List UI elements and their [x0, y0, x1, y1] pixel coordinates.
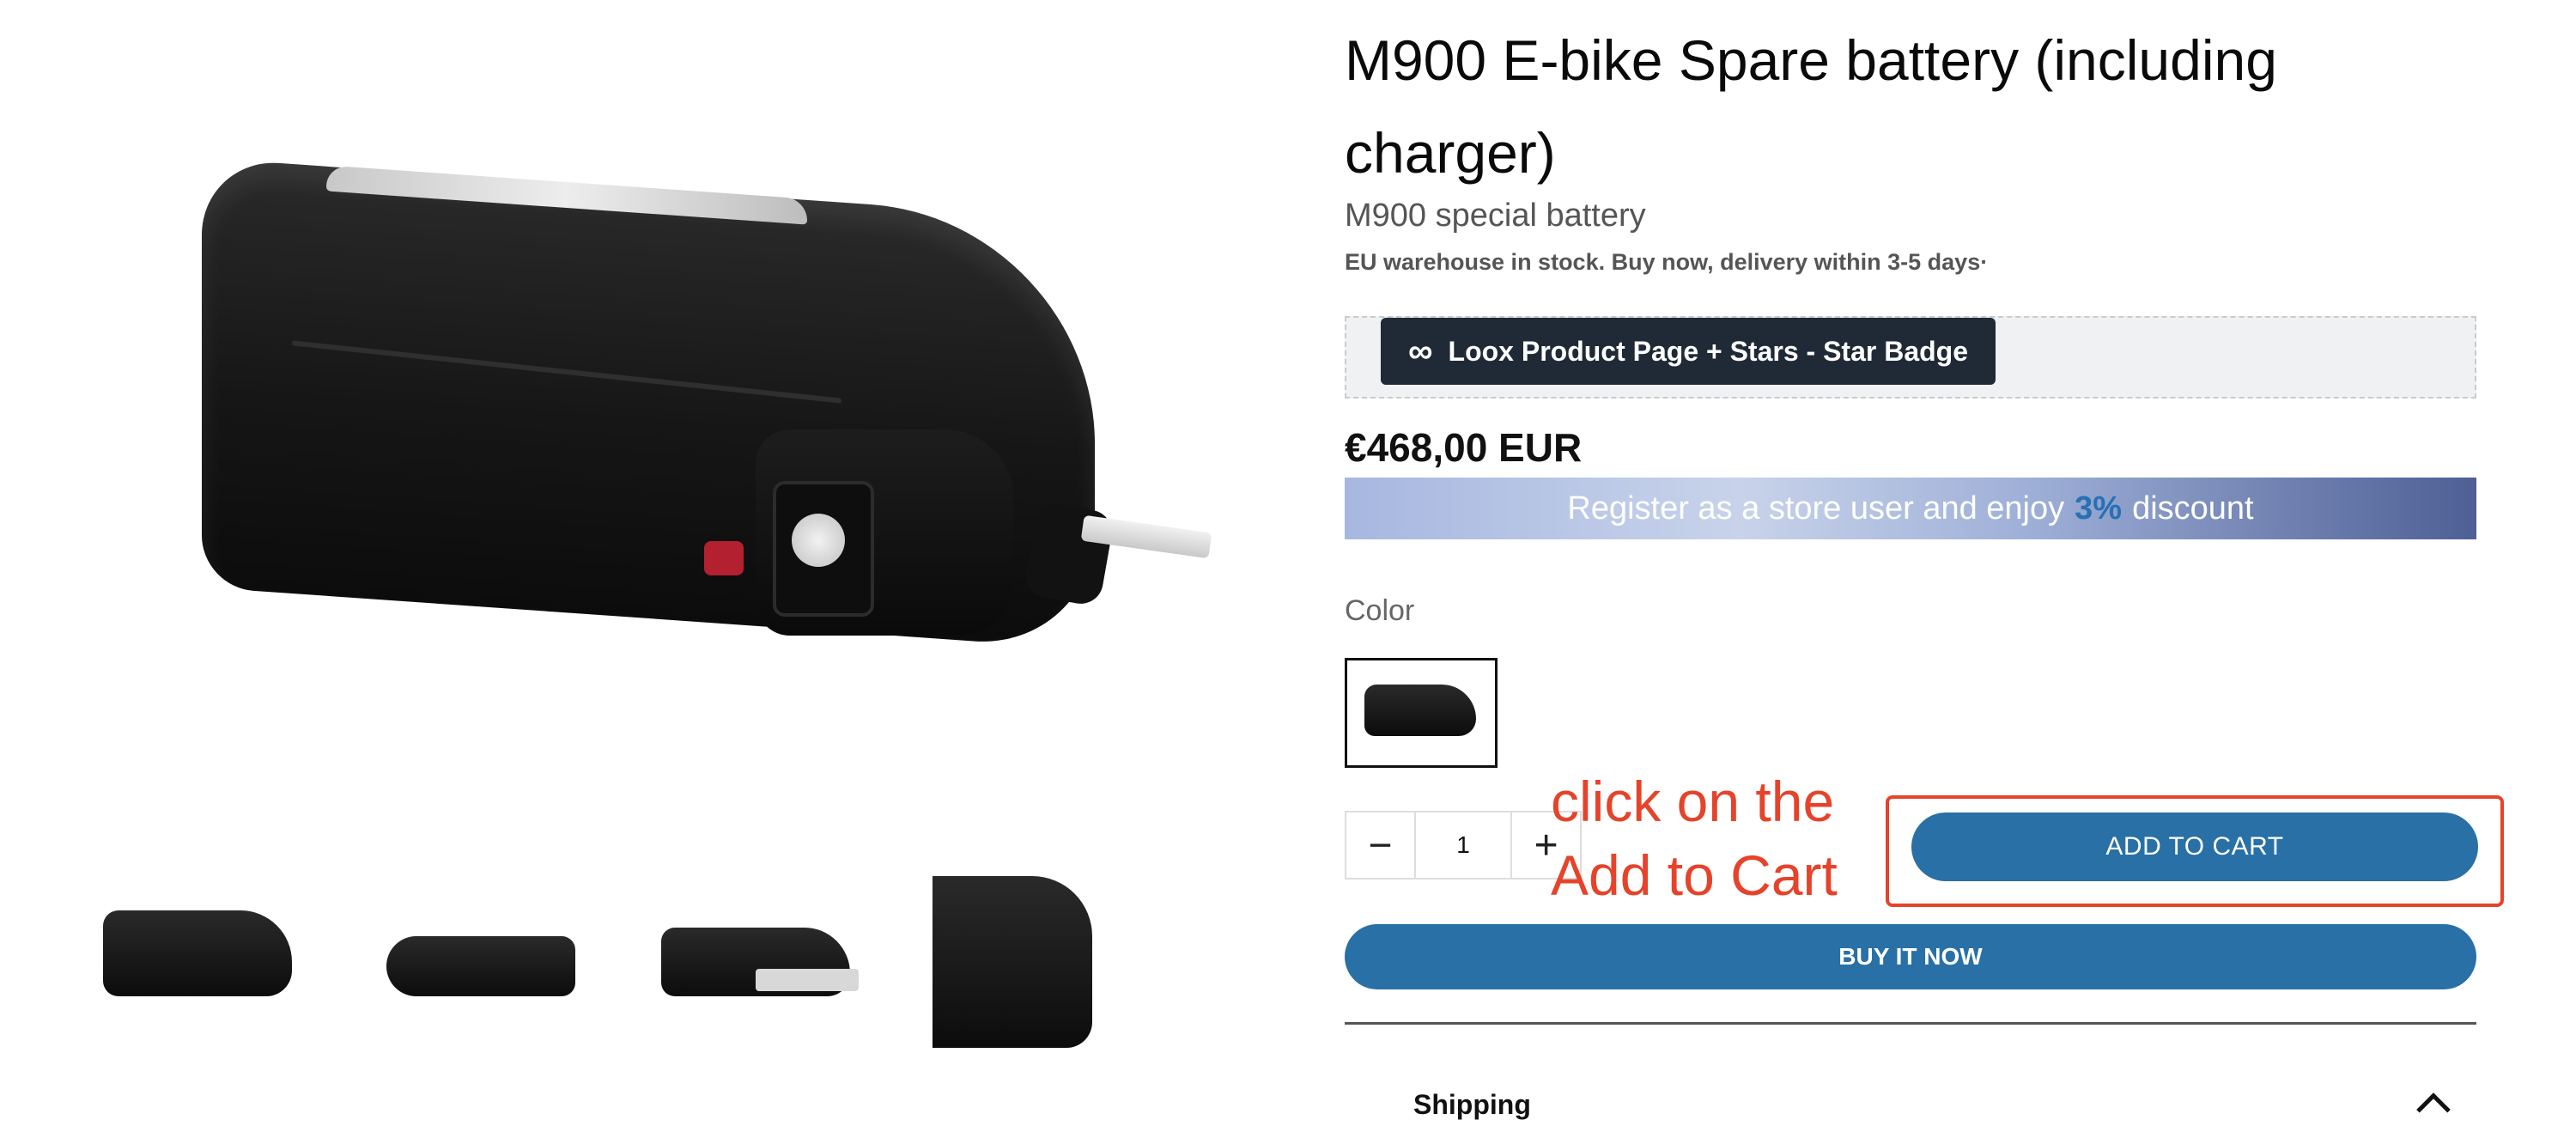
swatch-thumbnail: [1364, 685, 1476, 736]
thumbnail-4[interactable]: [933, 876, 1092, 1048]
stock-notice: EU warehouse in stock. Buy now, delivery…: [1345, 249, 1989, 275]
promo-highlight: 3%: [2075, 490, 2123, 526]
thumbnail-1[interactable]: [94, 876, 309, 1048]
product-title: M900 E-bike Spare battery (including cha…: [1345, 28, 2277, 185]
shipping-accordion-toggle[interactable]: Shipping: [1413, 1089, 1531, 1121]
battery-power-button: [704, 541, 744, 575]
buy-now-button[interactable]: BUY IT NOW: [1345, 924, 2476, 989]
product-subtitle: M900 special battery: [1345, 198, 1646, 234]
promo-text-after: discount: [2132, 490, 2254, 526]
product-price: €468,00 EUR: [1345, 425, 1583, 470]
quantity-stepper: − 1 +: [1345, 811, 1582, 879]
color-swatch-selected[interactable]: [1345, 658, 1498, 768]
minus-icon: −: [1368, 822, 1393, 868]
chevron-up-icon[interactable]: [2416, 1092, 2451, 1127]
quantity-input[interactable]: 1: [1413, 812, 1513, 878]
promo-text-before: Register as a store user and enjoy: [1567, 490, 2065, 526]
color-label: Color: [1345, 594, 1415, 627]
discount-banner[interactable]: Register as a store user and enjoy 3% di…: [1345, 478, 2476, 539]
thumbnail-2[interactable]: [369, 876, 584, 1048]
infinity-icon: ∞: [1408, 332, 1433, 370]
thumbnail-3[interactable]: [653, 876, 876, 1048]
battery-lock-dial: [792, 514, 845, 567]
decrease-quantity-button[interactable]: −: [1346, 812, 1414, 878]
reviews-badge-label: Loox Product Page + Stars - Star Badge: [1448, 335, 1968, 367]
instruction-annotation: click on the Add to Cart: [1551, 770, 1838, 907]
add-to-cart-button[interactable]: ADD TO CART: [1911, 812, 2478, 881]
main-product-image[interactable]: [172, 155, 1271, 687]
reviews-badge[interactable]: ∞ Loox Product Page + Stars - Star Badge: [1381, 318, 1996, 385]
section-divider: [1345, 1022, 2476, 1025]
reviews-widget-container: ∞ Loox Product Page + Stars - Star Badge: [1345, 316, 2476, 399]
